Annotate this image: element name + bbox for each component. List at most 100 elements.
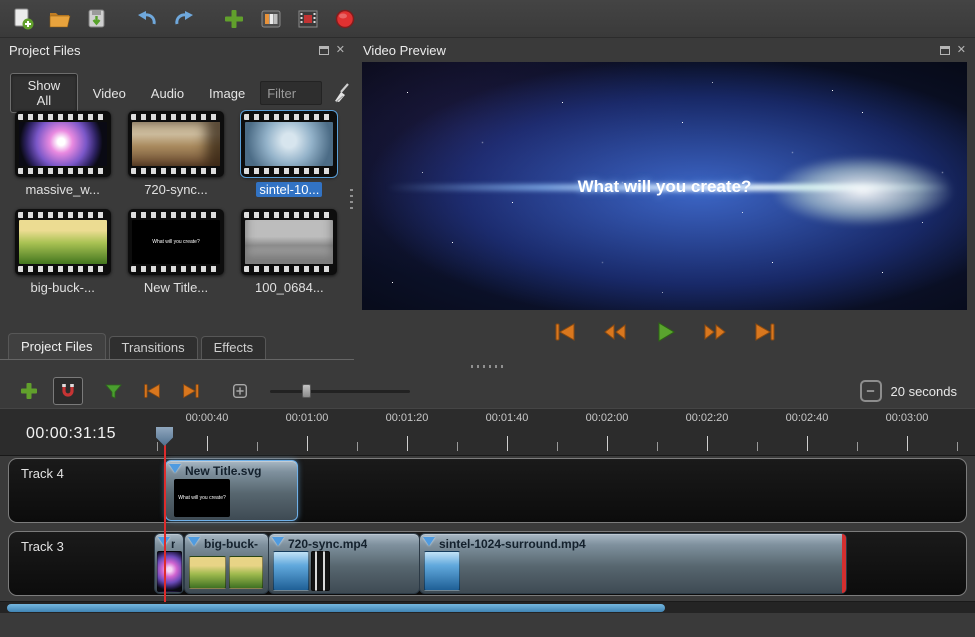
open-project-button[interactable]	[43, 3, 77, 35]
track-4: Track 4 New Title.svg What will you crea…	[8, 458, 967, 523]
center-on-playhead-button[interactable]	[225, 377, 255, 405]
filter-show-all-button[interactable]: Show All	[10, 73, 78, 113]
filter-input[interactable]	[260, 81, 322, 105]
project-files-header: Project Files ✕	[0, 39, 354, 61]
file-item-720-sync[interactable]: 720-sync...	[123, 111, 228, 197]
file-item-100-0684[interactable]: 100_0684...	[237, 209, 342, 295]
openshot-window: Project Files ✕ Show All Video Audio Ima…	[0, 0, 975, 637]
undo-button[interactable]	[130, 3, 164, 35]
snapping-toggle-button[interactable]	[53, 377, 83, 405]
file-label: massive_w...	[25, 182, 99, 197]
redo-button[interactable]	[167, 3, 201, 35]
ruler-mark: 00:01:00	[272, 412, 342, 424]
starfield	[362, 62, 363, 63]
file-label: 100_0684...	[255, 280, 324, 295]
ruler-mark: 00:00:40	[172, 412, 242, 424]
clip-menu-icon[interactable]	[169, 464, 181, 473]
tab-transitions[interactable]: Transitions	[109, 336, 198, 359]
file-item-sintel[interactable]: sintel-10...	[237, 111, 342, 197]
timeline-ruler[interactable]: 00:00:31:15 00:00:40 00:01:00 00:01:20 0…	[0, 408, 975, 456]
zoom-slider-handle[interactable]	[302, 384, 311, 398]
file-thumbnail	[15, 209, 111, 275]
file-item-big-buck[interactable]: big-buck-...	[10, 209, 115, 295]
clip-menu-icon[interactable]	[423, 537, 435, 546]
clip-menu-icon[interactable]	[188, 537, 200, 546]
choose-profile-button[interactable]	[254, 3, 288, 35]
timeline-toolbar: − 20 seconds	[0, 374, 975, 408]
play-button[interactable]	[649, 319, 681, 345]
file-item-new-title[interactable]: What will you create? New Title...	[123, 209, 228, 295]
jump-to-start-button[interactable]	[549, 319, 581, 345]
ruler-mark: 00:01:20	[372, 412, 442, 424]
animated-title-button[interactable]	[291, 3, 325, 35]
clip-label: big-buck-	[204, 537, 258, 551]
project-files-grid: massive_w... 720-sync... sintel-10... bi…	[10, 111, 342, 295]
rewind-icon	[602, 321, 628, 343]
thumbnail-image	[132, 122, 220, 166]
next-marker-button[interactable]	[176, 377, 206, 405]
thumbnail-image	[245, 220, 333, 264]
ruler-mark: 00:02:40	[772, 412, 842, 424]
export-video-button[interactable]	[328, 3, 362, 35]
clip-thumbnail: What will you create?	[174, 479, 230, 517]
clip-720-sync[interactable]: 720-sync.mp4	[268, 533, 420, 594]
thumbnail-image	[19, 220, 107, 264]
clip-label: m	[171, 537, 175, 551]
zoom-slider-rail	[270, 390, 410, 393]
profile-icon	[259, 7, 283, 31]
rewind-button[interactable]	[599, 319, 631, 345]
record-circle-icon	[333, 7, 357, 31]
clip-big-buck[interactable]: big-buck-	[184, 533, 269, 594]
new-project-button[interactable]	[6, 3, 40, 35]
file-label: New Title...	[144, 280, 208, 295]
timeline-scrollbar[interactable]	[0, 601, 975, 613]
file-label: big-buck-...	[31, 280, 95, 295]
clip-new-title[interactable]: New Title.svg What will you create?	[165, 460, 298, 521]
ruler-mark: 00:02:20	[672, 412, 742, 424]
playback-controls	[354, 319, 975, 345]
video-preview-panel: Video Preview ✕ What will you create?	[354, 39, 975, 360]
close-panel-icon[interactable]: ✕	[957, 45, 966, 56]
timeline-scrollbar-thumb[interactable]	[7, 604, 665, 612]
playhead-line	[164, 444, 166, 602]
close-panel-icon[interactable]: ✕	[336, 45, 345, 56]
clip-sintel[interactable]: sintel-1024-surround.mp4	[419, 533, 847, 594]
filter-video-button[interactable]: Video	[83, 81, 136, 106]
previous-marker-button[interactable]	[137, 377, 167, 405]
file-filter-bar: Show All Video Audio Image	[10, 73, 354, 113]
tab-effects[interactable]: Effects	[201, 336, 267, 359]
filter-audio-button[interactable]: Audio	[141, 81, 194, 106]
video-preview-header: Video Preview ✕	[354, 39, 975, 61]
clip-thumbnail	[157, 551, 182, 592]
plus-icon	[222, 7, 246, 31]
ruler-mark: 00:02:00	[572, 412, 642, 424]
file-thumbnail	[241, 209, 337, 275]
float-panel-icon[interactable]	[940, 46, 950, 55]
clip-label: 720-sync.mp4	[288, 537, 367, 551]
file-thumbnail: What will you create?	[128, 209, 224, 275]
razor-tool-button[interactable]	[98, 377, 128, 405]
film-strip-icon	[296, 7, 320, 31]
jump-to-end-button[interactable]	[749, 319, 781, 345]
magnet-icon	[58, 381, 78, 401]
zoom-out-button[interactable]: −	[860, 380, 882, 402]
clip-thumbnail	[424, 551, 460, 591]
panel-splitter-horizontal[interactable]	[0, 360, 975, 372]
clip-massive[interactable]: m	[154, 533, 184, 594]
file-label: 720-sync...	[144, 182, 208, 197]
clip-menu-icon[interactable]	[272, 537, 284, 546]
undo-icon	[135, 7, 159, 31]
save-project-button[interactable]	[80, 3, 114, 35]
import-files-button[interactable]	[217, 3, 251, 35]
file-item-massive[interactable]: massive_w...	[10, 111, 115, 197]
fast-forward-button[interactable]	[699, 319, 731, 345]
add-track-button[interactable]	[14, 377, 44, 405]
float-panel-icon[interactable]	[319, 46, 329, 55]
zoom-slider[interactable]	[270, 382, 410, 400]
file-thumbnail	[15, 111, 111, 177]
plus-icon	[19, 381, 39, 401]
left-dock-tabs: Project Files Transitions Effects	[0, 333, 354, 360]
filter-image-button[interactable]: Image	[199, 81, 255, 106]
tab-project-files[interactable]: Project Files	[8, 333, 106, 359]
title-preview-text: What will you create?	[152, 239, 200, 245]
